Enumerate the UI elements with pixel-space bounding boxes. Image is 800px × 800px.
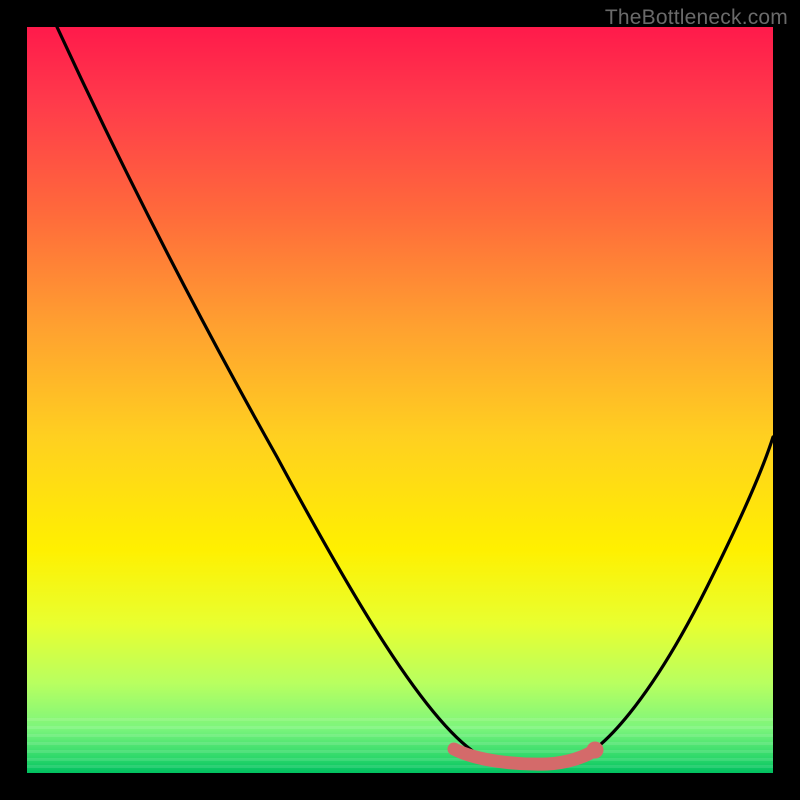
highlight-end-dot: [587, 742, 604, 759]
highlight-band: [454, 749, 595, 764]
chart-stage: TheBottleneck.com: [0, 0, 800, 800]
curve-layer: [27, 27, 773, 773]
main-curve: [57, 27, 773, 766]
plot-area: [27, 27, 773, 773]
watermark-text: TheBottleneck.com: [605, 6, 788, 30]
